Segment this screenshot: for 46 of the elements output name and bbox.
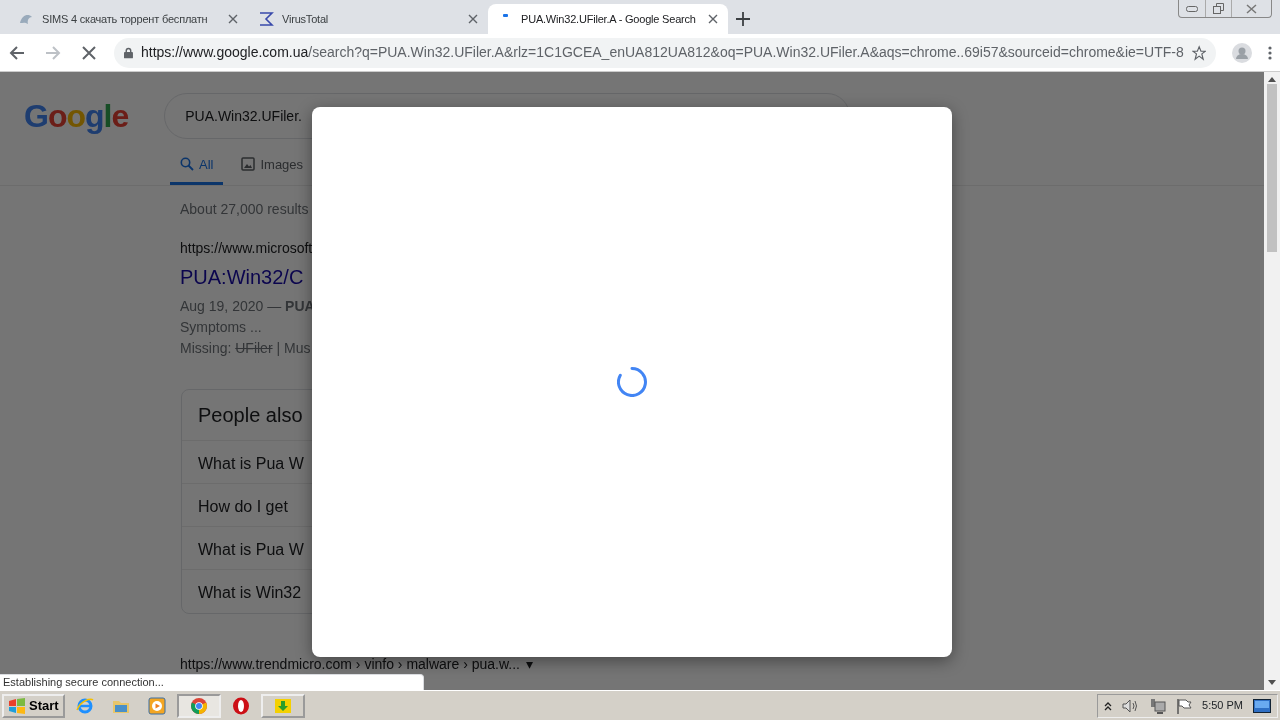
menu-icon[interactable]: [1268, 45, 1272, 60]
search-icon: [180, 157, 194, 172]
taskbar-app[interactable]: [260, 693, 305, 718]
star-icon[interactable]: [1191, 44, 1206, 61]
missing-terms: Missing: UFiler | Mus: [180, 339, 312, 358]
up-arrow-icon: [1268, 77, 1276, 82]
clock[interactable]: 5:50 PM: [1202, 697, 1243, 714]
browser-e-icon: [75, 696, 94, 715]
result-count: About 27,000 results: [180, 200, 310, 219]
chrome-icon: [189, 696, 208, 715]
image-icon: [241, 157, 256, 172]
close-icon[interactable]: [1246, 3, 1257, 14]
opera-icon: [231, 696, 250, 715]
url-text: https://www.google.com.ua/search?q=PUA.Win32.UFiler.A&rlz=1C1GCEA_enUA812UA812&oq=PUA.Win32.UFiler.A&aqs=chrome..69i57&sourceid=chrome&ie=UTF-8: [140, 43, 1184, 62]
restore-icon[interactable]: [1213, 3, 1224, 14]
show-desktop-icon[interactable]: [1253, 698, 1271, 713]
media-player-icon: [147, 696, 166, 715]
loading-icon: [503, 13, 508, 17]
taskbar-app[interactable]: [176, 693, 221, 718]
scroll-thumb[interactable]: [1267, 84, 1277, 252]
stop-icon[interactable]: [82, 45, 96, 60]
minimize-icon[interactable]: [1186, 5, 1198, 12]
new-tab-icon[interactable]: [736, 12, 750, 26]
browser-tab[interactable]: SIMS 4 скачать торрент бесплатн: [8, 4, 248, 34]
network-icon[interactable]: [1150, 697, 1167, 714]
close-icon[interactable]: [228, 14, 238, 24]
download-icon: [273, 696, 292, 715]
down-arrow-icon: [1268, 680, 1276, 685]
back-icon[interactable]: [8, 43, 26, 62]
close-icon[interactable]: [708, 14, 718, 24]
flag-icon[interactable]: [1176, 697, 1193, 714]
scrollbar[interactable]: [1264, 72, 1280, 690]
address-bar[interactable]: https://www.google.com.ua/search?q=PUA.Win32.UFiler.A&rlz=1C1GCEA_enUA812UA812&oq=PUA.Win32.UFiler.A&aqs=chrome..69i57&sourceid=chrome&ie=UTF-8: [114, 37, 1216, 68]
sigma-icon: [258, 11, 274, 27]
windows-logo-icon: [8, 697, 26, 714]
close-icon[interactable]: [468, 14, 478, 24]
lock-icon: [124, 46, 133, 59]
result-url: https://www.microsoft: [180, 239, 314, 258]
chevron-up-icon[interactable]: [1104, 700, 1113, 711]
browser-tab[interactable]: PUA.Win32.UFiler.A - Google Search: [488, 4, 728, 34]
browser-tab[interactable]: VirusTotal: [248, 4, 488, 34]
result-snippet: Symptoms ...: [180, 318, 263, 337]
status-bubble: Establishing secure connection...: [0, 674, 424, 690]
result-url: https://www.trendmicro.com › vinfo › malware › pua.w...: [180, 655, 520, 674]
avatar-icon[interactable]: [1232, 42, 1252, 63]
start-button[interactable]: Start: [2, 693, 65, 718]
